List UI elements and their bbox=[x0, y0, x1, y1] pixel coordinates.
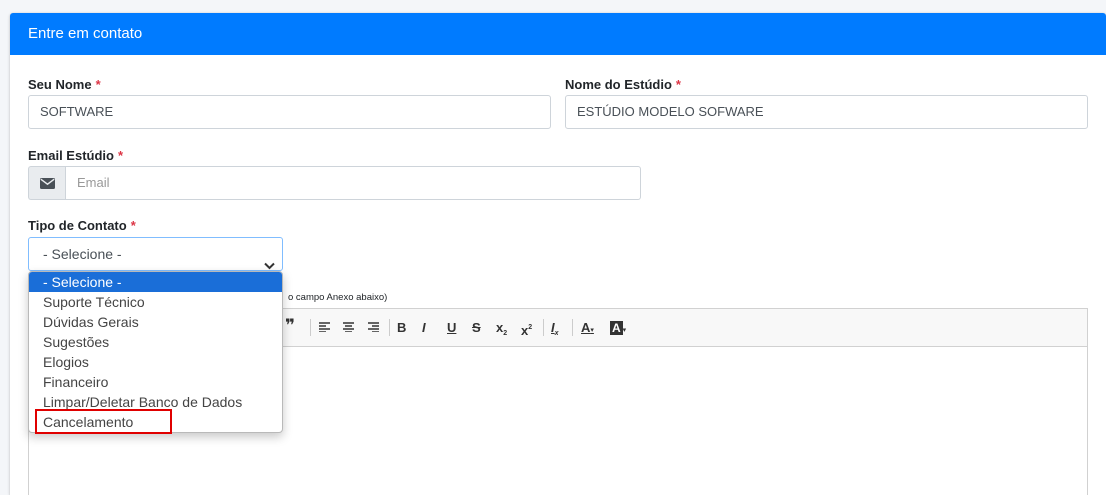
tipo-label: Tipo de Contato * bbox=[28, 218, 136, 233]
dropdown-option-suporte-tecnico[interactable]: Suporte Técnico bbox=[29, 292, 282, 312]
toolbar-separator bbox=[572, 319, 573, 336]
toolbar-separator bbox=[310, 319, 311, 336]
clear-format-icon[interactable]: Ix bbox=[551, 319, 559, 337]
dropdown-option-selecione[interactable]: - Selecione - bbox=[29, 272, 282, 292]
tipo-select[interactable]: - Selecione - bbox=[28, 237, 283, 271]
dropdown-option-sugestoes[interactable]: Sugestões bbox=[29, 332, 282, 352]
email-label: Email Estúdio * bbox=[28, 148, 123, 163]
required-asterisk: * bbox=[675, 77, 681, 92]
tipo-select-value: - Selecione - bbox=[43, 246, 122, 262]
estudio-label: Nome do Estúdio * bbox=[565, 77, 681, 92]
text-color-glyph: A bbox=[581, 320, 591, 335]
email-input[interactable]: Email bbox=[65, 166, 641, 200]
dropdown-option-financeiro[interactable]: Financeiro bbox=[29, 372, 282, 392]
background-color-glyph: A bbox=[610, 321, 623, 335]
nome-label: Seu Nome * bbox=[28, 77, 101, 92]
email-label-text: Email Estúdio bbox=[28, 148, 114, 163]
nome-input[interactable]: SOFTWARE bbox=[28, 95, 551, 129]
blockquote-icon[interactable]: ❞ bbox=[285, 317, 295, 335]
dropdown-option-elogios[interactable]: Elogios bbox=[29, 352, 282, 372]
italic-icon[interactable]: I bbox=[422, 319, 426, 337]
anexo-hint: o campo Anexo abaixo) bbox=[288, 292, 388, 303]
card-title: Entre em contato bbox=[10, 13, 1106, 55]
subscript-icon[interactable]: x2 bbox=[496, 319, 507, 337]
required-asterisk: * bbox=[130, 218, 136, 233]
toolbar-separator bbox=[543, 319, 544, 336]
background-color-icon[interactable]: A ▾ bbox=[610, 319, 626, 337]
bold-icon[interactable]: B bbox=[397, 319, 406, 337]
text-color-icon[interactable]: A▾ bbox=[581, 319, 594, 337]
required-asterisk: * bbox=[95, 77, 101, 92]
required-asterisk: * bbox=[117, 148, 124, 163]
align-center-icon[interactable] bbox=[342, 319, 355, 337]
estudio-label-text: Nome do Estúdio bbox=[565, 77, 672, 92]
align-right-icon[interactable] bbox=[367, 319, 380, 337]
align-left-icon[interactable] bbox=[318, 319, 331, 337]
estudio-input[interactable]: ESTÚDIO MODELO SOFWARE bbox=[565, 95, 1088, 129]
toolbar-separator bbox=[389, 319, 390, 336]
nome-label-text: Seu Nome bbox=[28, 77, 92, 92]
superscript-icon[interactable]: x2 bbox=[521, 319, 532, 338]
tipo-label-text: Tipo de Contato bbox=[28, 218, 127, 233]
strikethrough-icon[interactable]: S bbox=[472, 319, 481, 337]
envelope-icon bbox=[28, 166, 66, 200]
dropdown-option-duvidas-gerais[interactable]: Dúvidas Gerais bbox=[29, 312, 282, 332]
cancelamento-highlight bbox=[35, 409, 172, 434]
underline-icon[interactable]: U bbox=[447, 319, 456, 337]
